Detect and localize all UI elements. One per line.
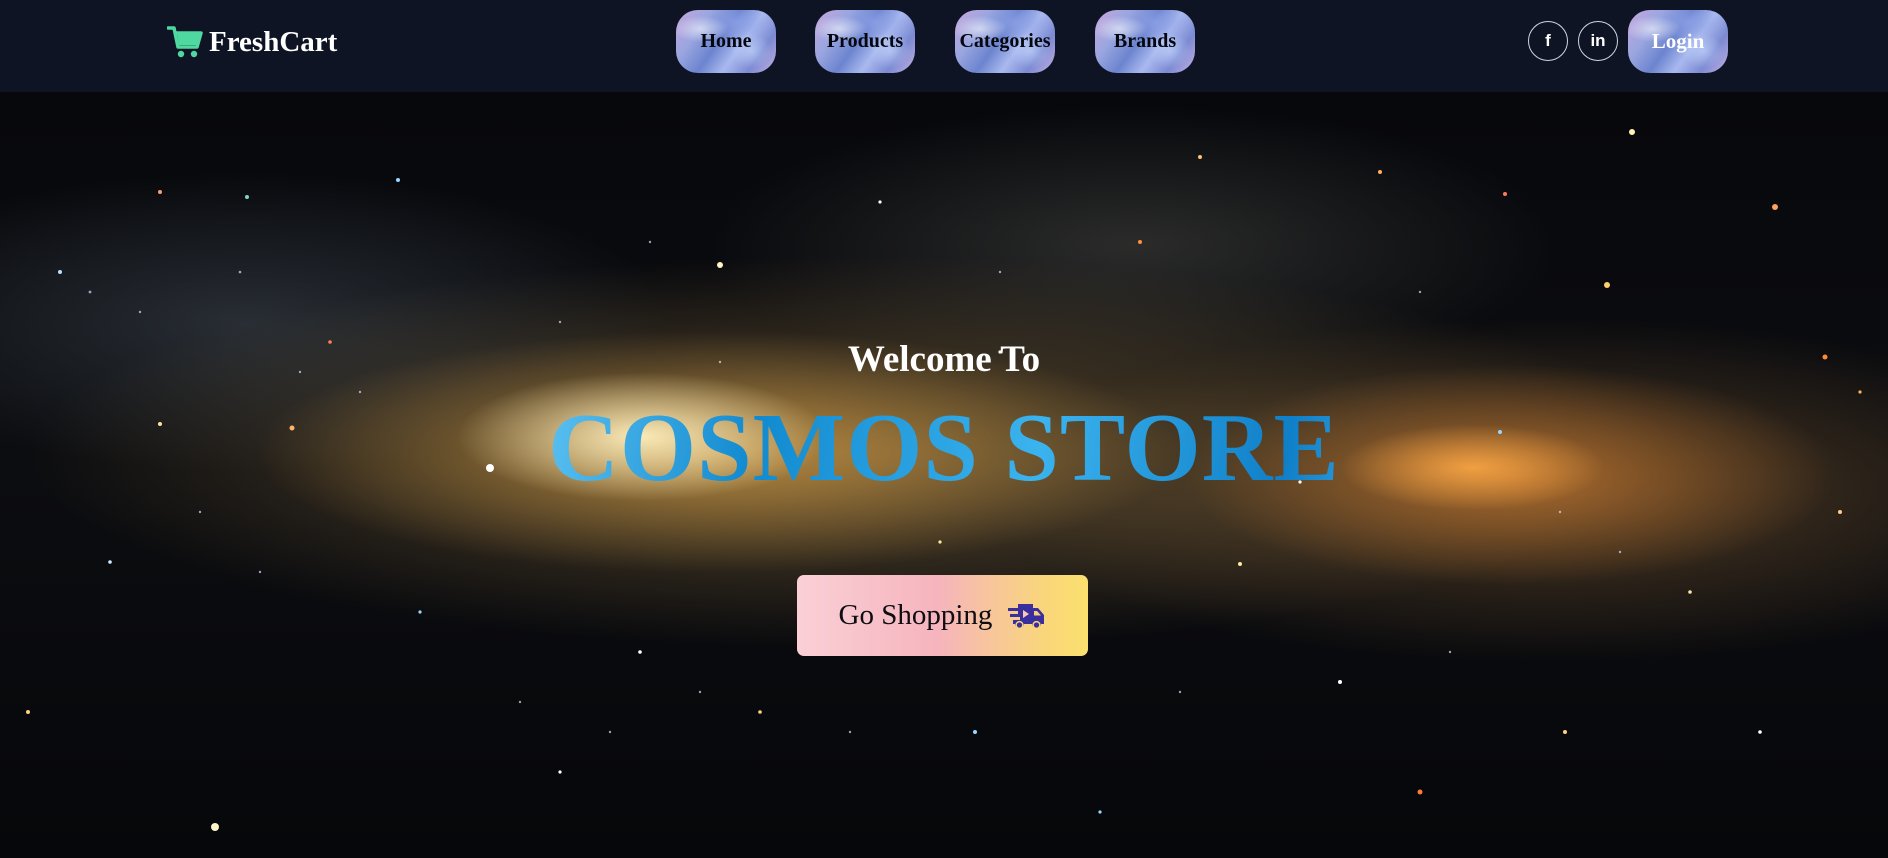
nav-link-home[interactable]: Home	[676, 10, 776, 73]
linkedin-glyph: in	[1590, 31, 1606, 50]
go-shopping-label: Go Shopping	[838, 599, 993, 631]
hero-section: Welcome To COSMOS STORE Go Shopping	[0, 92, 1888, 858]
nav-link-categories[interactable]: Categories	[955, 10, 1055, 73]
brand-name: FreshCart	[209, 25, 338, 58]
nav-link-brands[interactable]: Brands	[1095, 10, 1195, 73]
go-shopping-button[interactable]: Go Shopping	[797, 575, 1088, 656]
truck-fast-icon	[1006, 600, 1046, 632]
brand-logo[interactable]: FreshCart	[167, 20, 337, 64]
hero-title: COSMOS STORE	[0, 392, 1888, 504]
facebook-icon[interactable]: f	[1528, 21, 1568, 61]
login-button[interactable]: Login	[1628, 10, 1728, 73]
navbar: FreshCart Home Products Categories Brand…	[0, 0, 1888, 92]
shopping-cart-icon	[167, 25, 203, 59]
hero-heading: Welcome To	[847, 339, 1041, 380]
facebook-glyph: f	[1545, 31, 1551, 50]
nav-link-products[interactable]: Products	[815, 10, 915, 73]
linkedin-icon[interactable]: in	[1578, 21, 1618, 61]
